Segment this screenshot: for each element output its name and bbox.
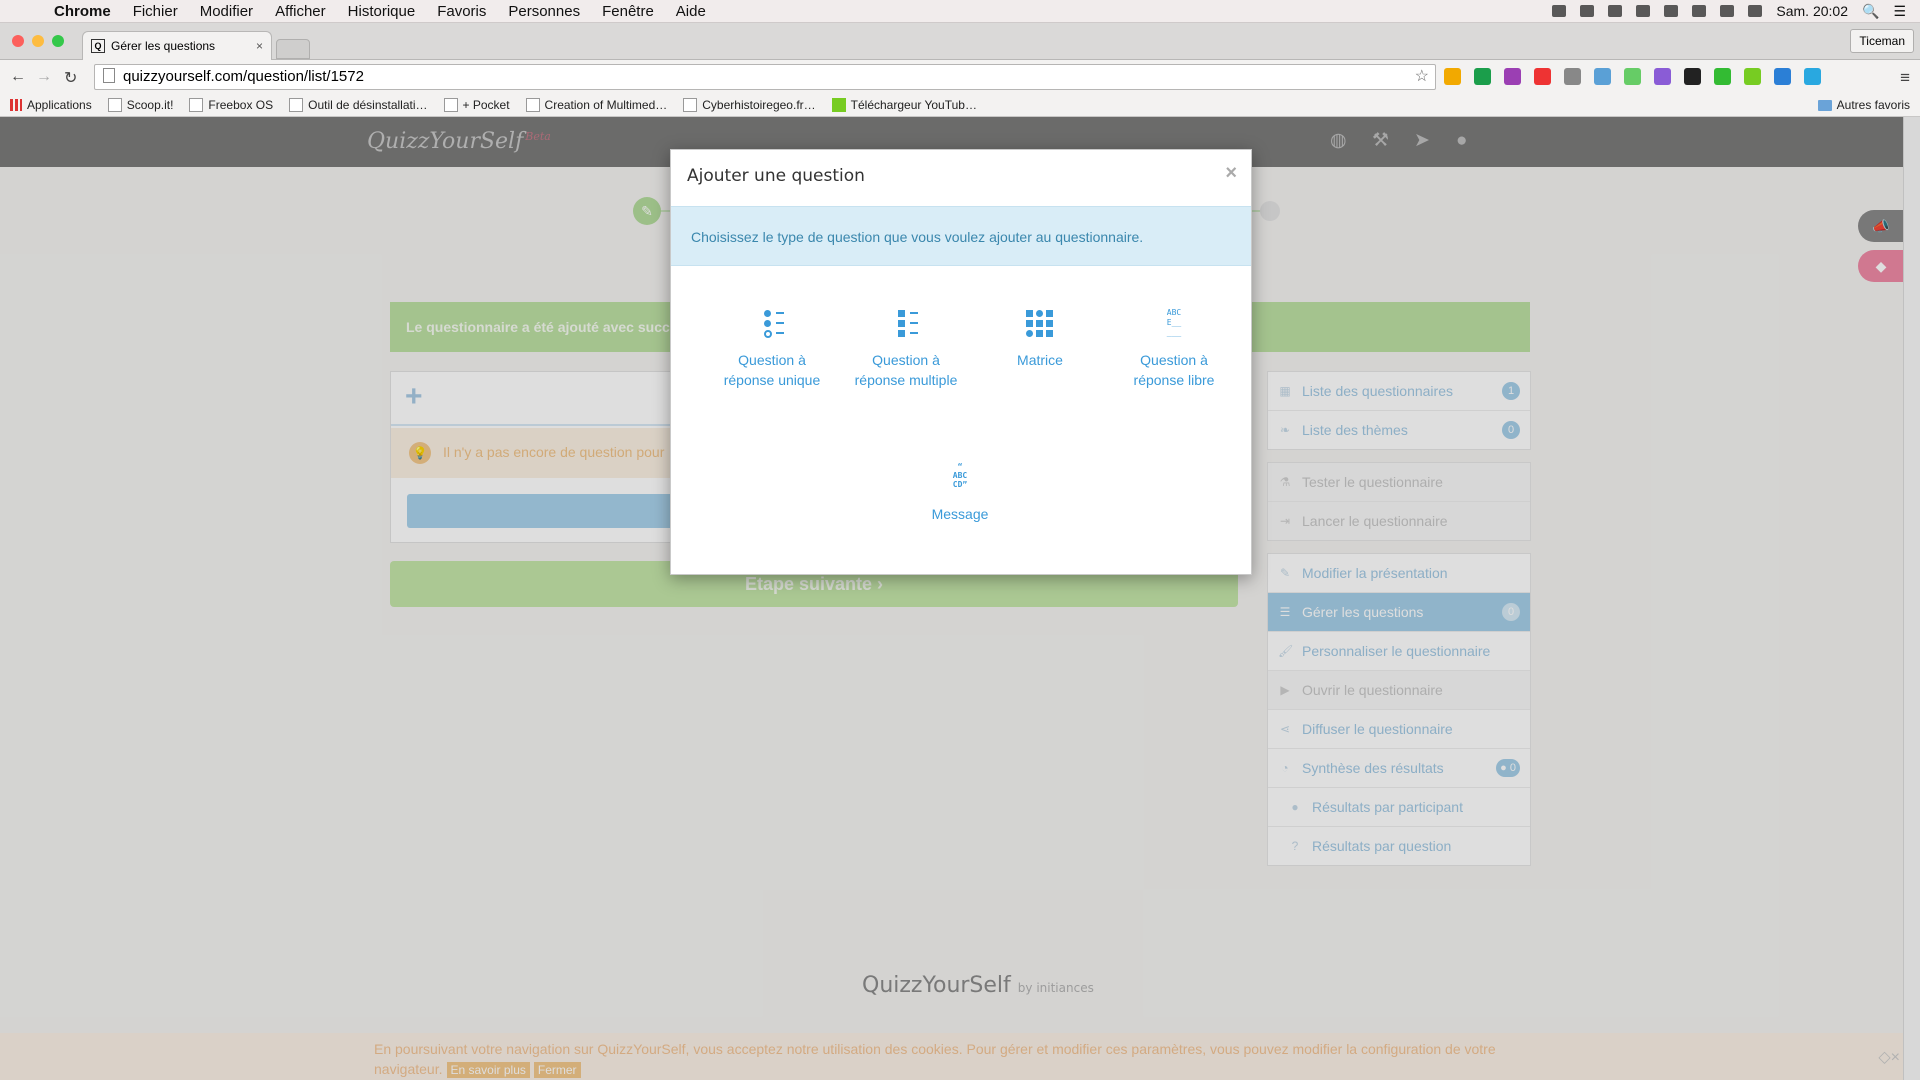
new-tab-button[interactable] [276,39,310,59]
apps-grid-icon [10,99,22,111]
folder-icon [1817,99,1832,111]
matrix-icon [1026,308,1054,340]
back-icon[interactable]: ← [10,68,26,86]
clock[interactable]: Sam. 20:02 [1776,3,1848,19]
eject-icon[interactable] [1664,5,1679,17]
spotlight-icon[interactable]: 🔍 [1862,3,1879,20]
tab-bar: Q Gérer les questions × Ticeman [0,23,1920,60]
pen-icon[interactable] [1654,68,1671,85]
android-icon [831,98,846,112]
site-icon [525,98,540,112]
bookmark-youtube-downloader[interactable]: Téléchargeur YouTub… [831,98,977,112]
extension-icon[interactable] [1804,68,1821,85]
bookmark-star-icon[interactable]: ☆ [1415,65,1429,89]
bookmark-freebox[interactable]: Freebox OS [189,98,273,112]
extension-icon[interactable] [1564,68,1581,85]
page-icon [289,98,304,112]
modal-info-alert: Choisissez le type de question que vous … [671,206,1251,266]
airplay-icon[interactable] [1636,5,1651,17]
bookmark-other[interactable]: Autres favoris [1817,98,1910,112]
bluetooth-icon[interactable] [1692,5,1707,17]
bookmarks-bar: Applications Scoop.it! Freebox OS Outil … [0,94,1920,117]
single-choice-icon [758,308,786,340]
evernote-icon[interactable] [1474,68,1491,85]
type-matrix[interactable]: Matrice [980,308,1100,370]
browser-toolbar: ← → ↻ quizzyourself.com/question/list/15… [0,60,1920,94]
menu-historique[interactable]: Historique [348,3,416,20]
tab-favicon: Q [91,39,105,53]
site-icon [683,98,698,112]
onenote-icon[interactable] [1504,68,1521,85]
close-window-button[interactable] [12,35,24,47]
menu-modifier[interactable]: Modifier [200,3,253,20]
message-quote-icon: “ABC CD” [952,462,968,489]
close-icon[interactable]: × [1225,162,1237,185]
page-icon [443,98,458,112]
type-single-choice[interactable]: Question à réponse unique [712,308,832,390]
bookmark-applications[interactable]: Applications [10,98,92,112]
extension-icon[interactable] [1444,68,1461,85]
menu-fenetre[interactable]: Fenêtre [602,3,654,20]
page-icon [103,68,115,83]
status-area: Sam. 20:02 🔍 ☰ [1552,0,1906,22]
free-text-icon: ABC E__ ___ [1166,308,1182,337]
cloud-icon[interactable] [1580,5,1595,17]
address-bar[interactable]: quizzyourself.com/question/list/1572 ☆ [94,64,1436,90]
bookmark-creation[interactable]: Creation of Multimed… [525,98,667,112]
modal-title: Ajouter une question [687,166,865,186]
wifi-icon[interactable] [1720,5,1735,17]
minimize-window-button[interactable] [32,35,44,47]
type-free-text[interactable]: ABC E__ ___ Question à réponse libre [1114,308,1234,390]
dropbox-icon[interactable] [1552,5,1567,17]
freebox-icon [189,98,204,112]
url-text: quizzyourself.com/question/list/1572 [123,68,364,85]
bookmark-scoopit[interactable]: Scoop.it! [107,98,173,112]
bookmark-pocket[interactable]: + Pocket [443,98,510,112]
menu-afficher[interactable]: Afficher [275,3,326,20]
macos-menubar: Chrome Fichier Modifier Afficher Histori… [0,0,1920,23]
drive-icon[interactable] [1608,5,1623,17]
zoom-window-button[interactable] [52,35,64,47]
notification-center-icon[interactable]: ☰ [1893,3,1906,20]
bookmark-outil[interactable]: Outil de désinstallati… [289,98,428,112]
volume-icon[interactable] [1748,5,1763,17]
tab-close-icon[interactable]: × [256,39,263,53]
camera-icon[interactable] [1594,68,1611,85]
menu-personnes[interactable]: Personnes [508,3,580,20]
extension-icon[interactable] [1684,68,1701,85]
tab-active[interactable]: Q Gérer les questions × [82,31,272,60]
profile-button[interactable]: Ticeman [1850,29,1914,53]
extension-icon[interactable] [1744,68,1761,85]
multiple-choice-icon [892,308,920,340]
type-message[interactable]: “ABC CD” Message [900,462,1020,524]
extension-icon[interactable] [1714,68,1731,85]
chrome-menu-icon[interactable]: ≡ [1900,68,1910,88]
tab-title: Gérer les questions [111,39,216,53]
window-controls [12,35,64,47]
page-icon [107,98,122,112]
extension-icon[interactable] [1774,68,1791,85]
reload-icon[interactable]: ↻ [64,68,77,88]
menu-fichier[interactable]: Fichier [133,3,178,20]
type-multiple-choice[interactable]: Question à réponse multiple [846,308,966,390]
add-question-modal: Ajouter une question × Choisissez le typ… [670,149,1252,575]
extensions [1444,68,1821,85]
menu-aide[interactable]: Aide [676,3,706,20]
extension-icon[interactable] [1624,68,1641,85]
extension-icon[interactable] [1534,68,1551,85]
menu-app-name[interactable]: Chrome [54,3,111,20]
menu-favoris[interactable]: Favoris [437,3,486,20]
forward-icon[interactable]: → [36,68,52,86]
bookmark-cyberhistoire[interactable]: Cyberhistoiregeo.fr… [683,98,816,112]
